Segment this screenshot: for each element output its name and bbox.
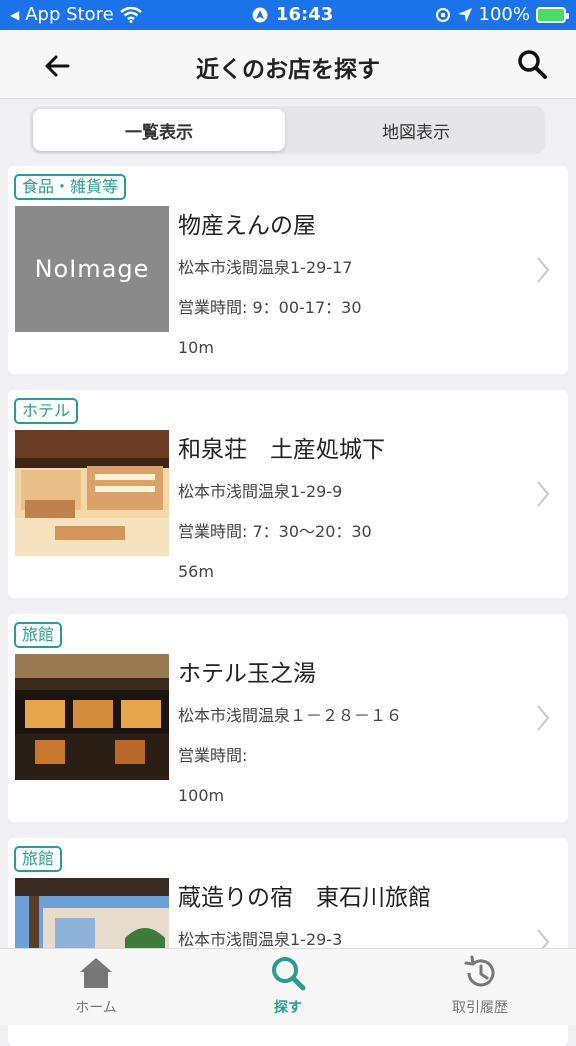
tab-map-view[interactable]: 地図表示	[290, 109, 542, 151]
shop-thumbnail	[15, 430, 169, 556]
status-bar: ◀ App Store 16:43 100%	[0, 0, 576, 30]
carrier-label: App Store	[25, 4, 114, 25]
location-icon	[457, 7, 472, 22]
shop-thumbnail: NoImage	[15, 206, 169, 332]
tab-home-label: ホーム	[75, 1000, 117, 1016]
wifi-icon	[119, 6, 142, 23]
tab-history-label: 取引履歴	[452, 1000, 508, 1016]
tab-search[interactable]: 探す	[228, 955, 348, 1017]
navigation-app-icon	[252, 7, 268, 22]
shop-distance: 100m	[178, 786, 225, 805]
shop-address: 松本市浅間温泉1-29-9	[178, 482, 343, 501]
nav-bar: 近くのお店を探す	[0, 30, 576, 99]
battery-percent: 100%	[478, 4, 530, 25]
shop-name: 物産えんの屋	[178, 213, 316, 239]
view-mode-segment: 一覧表示 地図表示	[30, 106, 545, 154]
shop-thumbnail	[15, 654, 169, 780]
rotation-lock-icon	[435, 7, 450, 22]
clock: 16:43	[276, 4, 334, 25]
shop-interior-photo	[15, 430, 169, 556]
category-badge: 旅館	[14, 622, 63, 648]
no-image-placeholder: NoImage	[15, 206, 169, 332]
shop-address: 松本市浅間温泉１－２８－１６	[178, 706, 403, 725]
search-icon[interactable]	[514, 46, 550, 82]
shop-card[interactable]: 食品・雑貨等 NoImage 物産えんの屋 松本市浅間温泉1-29-17 営業時…	[8, 166, 568, 374]
shop-hours: 営業時間:	[178, 746, 248, 765]
tab-history[interactable]: 取引履歴	[420, 955, 540, 1017]
category-badge: ホテル	[14, 398, 79, 424]
status-center: 16:43	[252, 4, 333, 25]
hotel-exterior-photo	[15, 654, 169, 780]
shop-distance: 10m	[178, 338, 214, 357]
status-left: ◀ App Store	[10, 4, 142, 25]
category-badge: 旅館	[14, 846, 63, 872]
tab-bar: ホーム 探す 取引履歴	[0, 948, 576, 1025]
battery-icon	[536, 6, 569, 23]
chevron-right-icon	[537, 257, 550, 283]
chevron-right-icon	[537, 705, 550, 731]
shop-hours: 営業時間: 7：30～20：30	[178, 522, 372, 541]
shop-name: ホテル玉之湯	[178, 661, 316, 687]
history-icon	[464, 955, 495, 987]
search-tab-icon	[272, 957, 306, 991]
shop-card[interactable]: ホテル 和泉荘 土産処城下 松本市浅間温泉1-29-9 営業時間: 7：30～2…	[8, 390, 568, 598]
status-right: 100%	[435, 4, 569, 25]
category-badge: 食品・雑貨等	[14, 174, 127, 200]
shop-card[interactable]: 旅館 ホテル玉之湯 松本市浅間温泉１－２８－１６ 営業時間: 100m	[8, 614, 568, 822]
shop-hours: 営業時間: 9：00-17：30	[178, 298, 362, 317]
shop-address: 松本市浅間温泉1-29-17	[178, 258, 353, 277]
home-icon	[80, 958, 112, 988]
back-to-app-icon: ◀	[10, 7, 20, 22]
shop-name: 和泉荘 土産処城下	[178, 437, 385, 463]
tab-list-view[interactable]: 一覧表示	[33, 109, 285, 151]
tab-search-label: 探す	[274, 1000, 302, 1016]
shop-distance: 56m	[178, 562, 214, 581]
shop-address: 松本市浅間温泉1-29-3	[178, 930, 343, 949]
shop-name: 蔵造りの宿 東石川旅館	[178, 885, 431, 911]
tab-home[interactable]: ホーム	[36, 955, 156, 1017]
chevron-right-icon	[537, 481, 550, 507]
page-title: 近くのお店を探す	[196, 57, 380, 83]
